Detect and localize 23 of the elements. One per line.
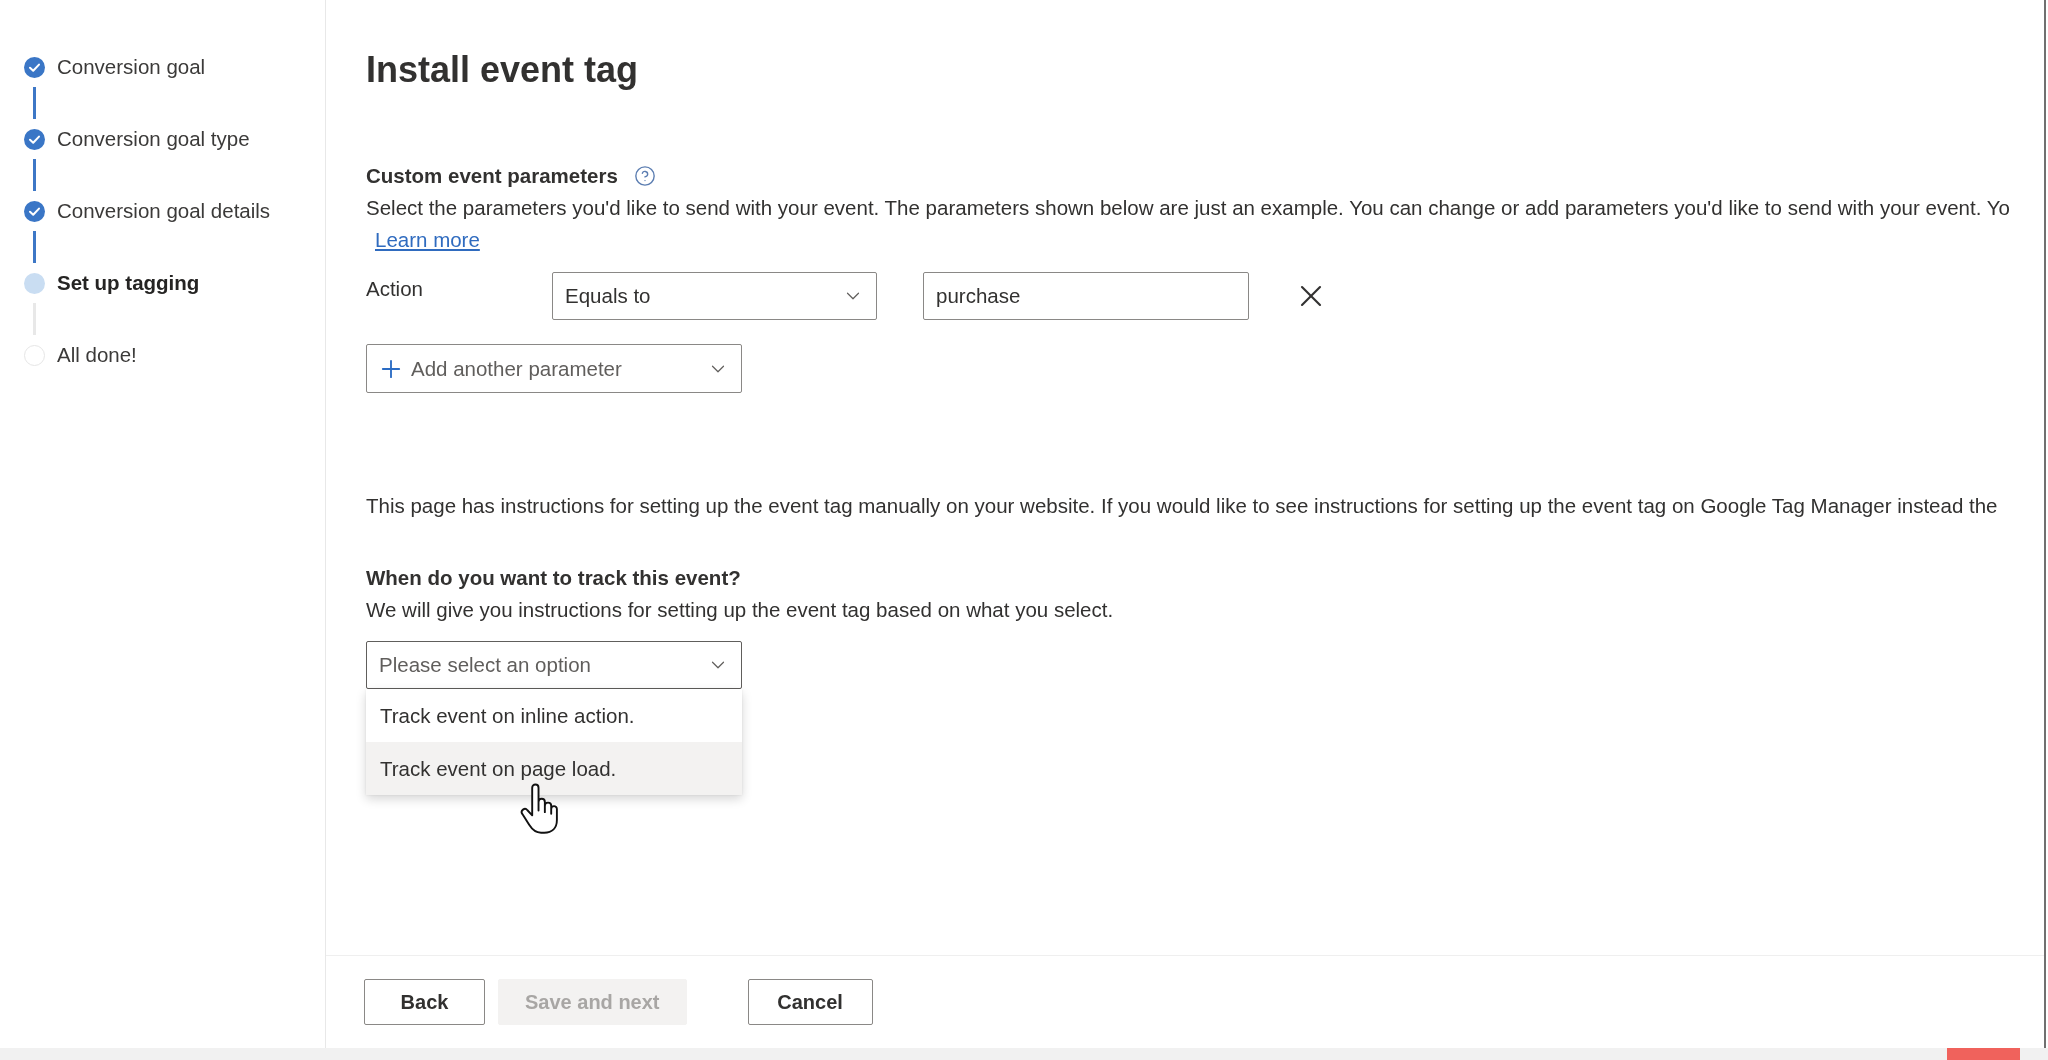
nav-button[interactable]: Back [364,979,485,1025]
option-select[interactable]: Please select an option [366,641,742,689]
menu-option[interactable]: Track event on inline action. [366,689,742,742]
step-label: Conversion goal type [57,127,250,151]
menu-option[interactable]: Track event on page load. [366,742,742,795]
add-parameter-dropdown[interactable]: Add another parameter [366,344,742,393]
step-label: All done! [57,343,137,367]
step-label: Set up tagging [57,271,200,295]
instructions-note: This page has instructions for setting up the event tag manually on your website. If you would like to see instructions for setting up the event tag on Google Tag Manager instead the [366,493,1998,519]
section-heading: When do you want to track this event? [366,565,741,591]
step-label: Conversion goal [57,55,206,79]
section-heading: Custom event parameters [366,163,618,189]
parameter-label: Action [366,276,424,302]
operator-dropdown[interactable]: Equals to [552,272,877,320]
learn-more-link[interactable]: Learn more [375,224,480,256]
hand-cursor-icon [520,783,558,835]
page-title: Install event tag [366,48,639,92]
step-label: Conversion goal details [57,199,271,223]
cancel-button[interactable]: Cancel [747,979,873,1025]
value-input[interactable]: purchase [923,272,1249,320]
section-description: We will give you instructions for setting up the event tag based on what you select. [366,597,1114,623]
help-icon[interactable] [633,165,656,187]
section-description: Select the parameters you'd like to send with your event. The parameters shown below are just an example. You can change or add parameters you'd like to send with your event. Yo [366,195,2010,221]
